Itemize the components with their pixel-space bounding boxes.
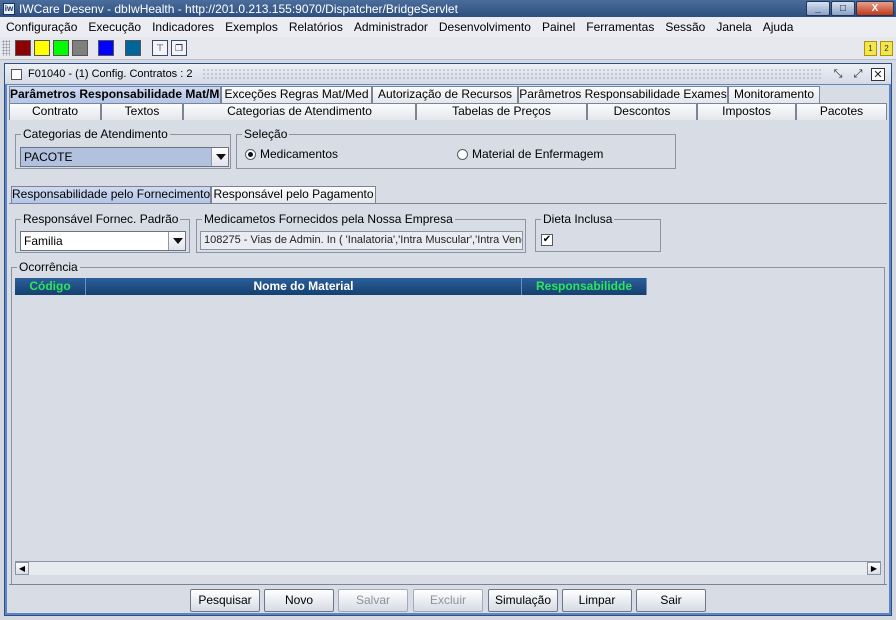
categorias-combo[interactable]: PACOTE [20, 147, 229, 167]
radio-material-de-enfermagem[interactable]: Material de Enfermagem [457, 147, 603, 161]
simulacao-button[interactable]: Simulação [488, 589, 558, 612]
frame-title-bar: F01040 - (1) Config. Contratos : 2 ⤡ ⤢ ✕ [5, 64, 891, 84]
tab-excecoes-regras-matmed[interactable]: Exceções Regras Mat/Med [221, 86, 372, 103]
tab-descontos[interactable]: Descontos [587, 103, 697, 120]
ocorrencia-label: Ocorrência [17, 260, 80, 274]
app-icon: iw [3, 2, 15, 15]
excluir-button[interactable]: Excluir [413, 589, 483, 612]
window-controls: _ □ X [806, 1, 894, 16]
notification-badge-1[interactable]: 1 [864, 41, 877, 56]
chevron-down-icon[interactable] [168, 232, 185, 250]
limpar-button[interactable]: Limpar [562, 589, 632, 612]
maximize-button[interactable]: □ [831, 1, 855, 16]
close-button[interactable]: X [856, 1, 894, 16]
menu-sessao[interactable]: Sessão [665, 20, 705, 34]
radio-medicamentos-label: Medicamentos [260, 147, 339, 161]
tree-icon[interactable]: ⊤ [152, 40, 168, 56]
medicamentos-label: Medicametos Fornecidos pela Nossa Empres… [202, 212, 455, 226]
menu-ajuda[interactable]: Ajuda [763, 20, 794, 34]
subtab-divider [9, 203, 887, 204]
cascade-windows-icon[interactable]: ❐ [171, 40, 187, 56]
tab-parametros-responsabilidade-matmed[interactable]: Parâmetros Responsabilidade Mat/Med [9, 86, 221, 103]
column-header-responsabilidade[interactable]: Responsabilidde [522, 278, 647, 295]
window-title-bar: iw IWCare Desenv - dbIwHealth - http://2… [0, 0, 896, 17]
frame-restore-icon[interactable]: ⤡ [831, 68, 845, 81]
menu-configuracao[interactable]: Configuração [6, 20, 77, 34]
tab-impostos[interactable]: Impostos [697, 103, 796, 120]
menu-execucao[interactable]: Execução [88, 20, 141, 34]
table-header: Código Nome do Material Responsabilidde [15, 278, 647, 295]
notification-badge-2[interactable]: 2 [880, 41, 893, 56]
scroll-right-icon[interactable]: ▶ [867, 562, 881, 575]
chevron-down-icon[interactable] [211, 148, 228, 166]
tab-tabelas-de-precos[interactable]: Tabelas de Preços [416, 103, 587, 120]
fornec-value: Familia [24, 234, 63, 248]
menu-bar: Configuração Execução Indicadores Exempl… [0, 17, 896, 37]
selecao-label: Seleção [242, 127, 290, 141]
radio-material-label: Material de Enfermagem [472, 147, 604, 161]
window-title: IWCare Desenv - dbIwHealth - http://201.… [19, 1, 458, 16]
frame-icon [11, 68, 22, 80]
menu-painel[interactable]: Painel [542, 20, 575, 34]
subtab-responsabilidade-fornecimento[interactable]: Responsabilidade pelo Fornecimento [11, 186, 211, 203]
menu-ferramentas[interactable]: Ferramentas [586, 20, 654, 34]
novo-button[interactable]: Novo [264, 589, 334, 612]
radio-medicamentos[interactable]: Medicamentos [245, 147, 338, 161]
horizontal-scrollbar[interactable]: ◀ ▶ [15, 561, 881, 575]
toolbar: ⊤ ❐ 1 2 [0, 37, 896, 60]
column-header-nome-do-material[interactable]: Nome do Material [86, 278, 522, 295]
tab-parametros-responsabilidade-exames[interactable]: Parâmetros Responsabilidade Exames [518, 86, 728, 103]
dieta-checkbox[interactable]: ✔ [541, 234, 553, 246]
fornec-combo[interactable]: Familia [20, 231, 186, 251]
color-swatch-blue[interactable] [98, 40, 114, 56]
color-swatch-teal[interactable] [125, 40, 141, 56]
salvar-button[interactable]: Salvar [338, 589, 408, 612]
scroll-left-icon[interactable]: ◀ [15, 562, 29, 575]
dieta-label: Dieta Inclusa [541, 212, 615, 226]
button-bar-divider [9, 584, 887, 585]
subtab-responsavel-pagamento[interactable]: Responsável pelo Pagamento [211, 186, 376, 203]
pesquisar-button[interactable]: Pesquisar [190, 589, 260, 612]
tab-monitoramento[interactable]: Monitoramento [728, 86, 820, 103]
internal-frame: F01040 - (1) Config. Contratos : 2 ⤡ ⤢ ✕… [4, 63, 892, 616]
fornec-label: Responsável Fornec. Padrão [21, 212, 181, 226]
minimize-button[interactable]: _ [806, 1, 830, 16]
ocorrencia-table: Código Nome do Material Responsabilidde … [15, 278, 881, 575]
tab-autorizacao-de-recursos[interactable]: Autorização de Recursos [372, 86, 518, 103]
color-swatch-gray[interactable] [72, 40, 88, 56]
menu-exemplos[interactable]: Exemplos [225, 20, 278, 34]
frame-title-drag-area[interactable] [202, 68, 821, 80]
frame-body: Parâmetros Responsabilidade Mat/Med Exce… [7, 85, 889, 613]
button-bar: Pesquisar Novo Salvar Excluir Simulação … [7, 589, 889, 613]
menu-desenvolvimento[interactable]: Desenvolvimento [439, 20, 531, 34]
tab-pacotes[interactable]: Pacotes [796, 103, 887, 120]
radio-unselected-icon[interactable] [457, 148, 468, 160]
dieta-group: Dieta Inclusa [535, 212, 661, 252]
categorias-label: Categorias de Atendimento [21, 127, 170, 141]
frame-close-icon[interactable]: ✕ [871, 67, 885, 81]
column-header-codigo[interactable]: Código [15, 278, 86, 295]
color-swatch-dark-red[interactable] [15, 40, 31, 56]
tab-categorias-de-atendimento[interactable]: Categorias de Atendimento [183, 103, 416, 120]
tab-textos[interactable]: Textos [101, 103, 183, 120]
sair-button[interactable]: Sair [636, 589, 706, 612]
toolbar-grip[interactable] [2, 40, 10, 56]
menu-relatorios[interactable]: Relatórios [289, 20, 343, 34]
categorias-value: PACOTE [24, 150, 73, 164]
menu-janela[interactable]: Janela [716, 20, 751, 34]
frame-maximize-icon[interactable]: ⤢ [851, 68, 865, 81]
color-swatch-green[interactable] [53, 40, 69, 56]
menu-administrador[interactable]: Administrador [354, 20, 428, 34]
medicamentos-field[interactable]: 108275 - Vias de Admin. In ( 'Inalatoria… [200, 231, 523, 250]
color-swatch-yellow[interactable] [34, 40, 50, 56]
frame-title: F01040 - (1) Config. Contratos : 2 [28, 68, 193, 80]
radio-selected-icon[interactable] [245, 148, 256, 160]
menu-indicadores[interactable]: Indicadores [152, 20, 214, 34]
tab-contrato[interactable]: Contrato [9, 103, 101, 120]
